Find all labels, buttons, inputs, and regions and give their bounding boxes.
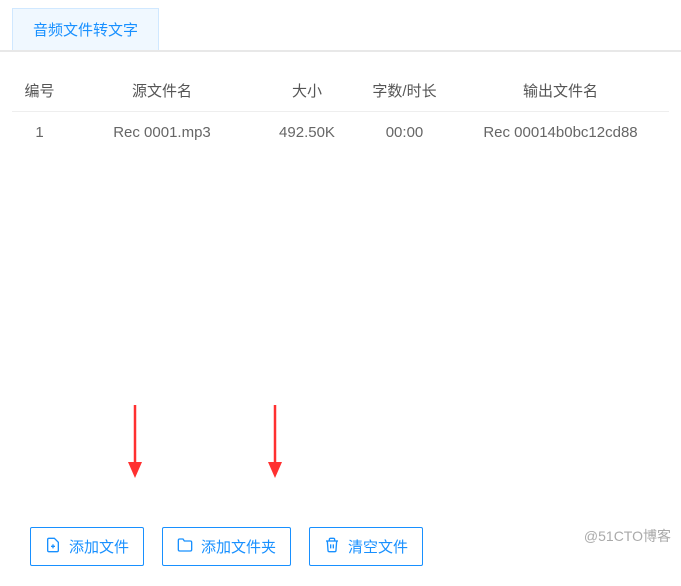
button-bar: 添加文件 添加文件夹 清空文件: [30, 527, 423, 566]
table-header: 编号 源文件名 大小 字数/时长 输出文件名: [12, 70, 669, 112]
cell-num: 1: [12, 124, 67, 141]
header-num: 编号: [12, 80, 67, 101]
folder-icon: [177, 537, 193, 557]
cell-size: 492.50K: [257, 124, 357, 141]
add-folder-button[interactable]: 添加文件夹: [162, 527, 291, 566]
trash-icon: [324, 537, 340, 557]
clear-files-button[interactable]: 清空文件: [309, 527, 423, 566]
button-label: 添加文件: [69, 536, 129, 557]
file-table: 编号 源文件名 大小 字数/时长 输出文件名 1 Rec 0001.mp3 49…: [12, 70, 669, 153]
table-row[interactable]: 1 Rec 0001.mp3 492.50K 00:00 Rec 00014b0…: [12, 112, 669, 153]
file-add-icon: [45, 537, 61, 557]
annotation-arrows: [0, 400, 681, 500]
cell-src: Rec 0001.mp3: [67, 124, 257, 141]
tab-bar: 音频文件转文字: [0, 0, 681, 52]
header-words: 字数/时长: [357, 80, 452, 101]
button-label: 添加文件夹: [201, 536, 276, 557]
header-out: 输出文件名: [452, 80, 669, 101]
header-src: 源文件名: [67, 80, 257, 101]
arrow-icon: [265, 400, 285, 480]
cell-words: 00:00: [357, 124, 452, 141]
add-file-button[interactable]: 添加文件: [30, 527, 144, 566]
cell-out: Rec 00014b0bc12cd88: [452, 124, 669, 141]
header-size: 大小: [257, 80, 357, 101]
tab-audio-to-text[interactable]: 音频文件转文字: [12, 8, 159, 50]
button-label: 清空文件: [348, 536, 408, 557]
arrow-icon: [125, 400, 145, 480]
watermark-text: @51CTO博客: [584, 526, 671, 546]
tab-label: 音频文件转文字: [33, 22, 138, 39]
